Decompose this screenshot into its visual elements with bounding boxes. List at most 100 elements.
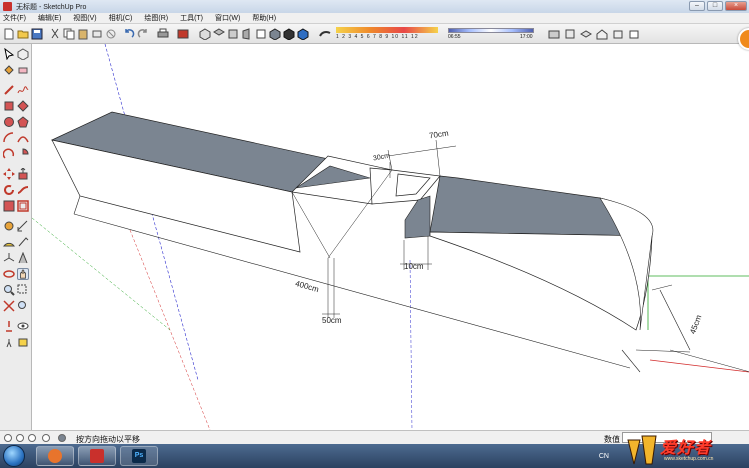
axes-icon[interactable] bbox=[3, 252, 15, 264]
offset-icon[interactable] bbox=[17, 200, 29, 212]
rotated-rectangle-icon[interactable] bbox=[17, 100, 29, 112]
freehand-icon[interactable] bbox=[17, 84, 29, 96]
save-icon[interactable] bbox=[31, 28, 43, 40]
title-bar: 无标题 - SketchUp Pro – □ × bbox=[0, 0, 749, 13]
walk-icon[interactable] bbox=[3, 336, 15, 348]
protractor-icon[interactable] bbox=[3, 236, 15, 248]
home-icon[interactable] bbox=[596, 28, 608, 40]
maximize-button[interactable]: □ bbox=[707, 1, 723, 11]
redo-icon[interactable] bbox=[137, 28, 149, 40]
shadow-month-slider[interactable] bbox=[336, 27, 438, 33]
menu-camera[interactable]: 相机(C) bbox=[109, 13, 133, 23]
top-view-icon[interactable] bbox=[213, 28, 225, 40]
wireframe-style-icon[interactable] bbox=[297, 28, 309, 41]
camera-icon[interactable] bbox=[548, 28, 560, 40]
zoom-icon[interactable] bbox=[3, 284, 15, 296]
cut-icon[interactable] bbox=[49, 28, 61, 40]
circle-icon[interactable] bbox=[3, 116, 15, 128]
geo-location-icon[interactable] bbox=[4, 434, 12, 442]
taskbar-photoshop[interactable]: Ps bbox=[120, 446, 158, 466]
toolbar-separator bbox=[333, 28, 335, 40]
push-pull-icon[interactable] bbox=[17, 167, 29, 180]
menu-file[interactable]: 文件(F) bbox=[3, 13, 26, 23]
help-icon[interactable] bbox=[42, 434, 50, 442]
eraser-icon[interactable] bbox=[17, 64, 29, 76]
open-folder-icon[interactable] bbox=[17, 28, 29, 40]
rectangle-icon[interactable] bbox=[3, 100, 15, 112]
menu-draw[interactable]: 绘图(R) bbox=[144, 13, 168, 23]
menu-tools[interactable]: 工具(T) bbox=[180, 13, 203, 23]
model-info-icon[interactable] bbox=[177, 28, 189, 40]
orbit-icon[interactable] bbox=[3, 268, 15, 280]
sketchup-icon bbox=[90, 449, 104, 463]
tape-measure-icon[interactable] bbox=[3, 220, 15, 232]
paste-icon[interactable] bbox=[77, 28, 89, 40]
credits-icon[interactable] bbox=[16, 434, 24, 442]
make-component-icon[interactable] bbox=[17, 48, 29, 61]
height-dimension-line bbox=[659, 289, 691, 351]
user-icon[interactable] bbox=[28, 434, 36, 442]
dimension-icon[interactable] bbox=[17, 220, 29, 232]
copy-icon[interactable] bbox=[63, 28, 75, 40]
menu-help[interactable]: 帮助(H) bbox=[252, 13, 276, 23]
offset-label-right: 10cm bbox=[404, 262, 424, 271]
layer-icon[interactable] bbox=[580, 28, 592, 40]
offset-label-left: 50cm bbox=[322, 316, 342, 325]
window-title: 无标题 - SketchUp Pro bbox=[16, 3, 87, 11]
minimize-button[interactable]: – bbox=[689, 1, 705, 11]
model-canvas bbox=[32, 44, 749, 430]
arc-icon[interactable] bbox=[3, 132, 15, 144]
two-point-arc-icon[interactable] bbox=[17, 132, 29, 144]
zoom-extents-icon[interactable] bbox=[3, 300, 15, 312]
pie-icon[interactable] bbox=[17, 148, 29, 160]
extension-icon[interactable] bbox=[628, 28, 640, 40]
width-dimension-line bbox=[387, 145, 457, 157]
print-icon[interactable] bbox=[157, 28, 169, 40]
close-button[interactable]: × bbox=[725, 1, 747, 11]
position-camera-icon[interactable] bbox=[3, 320, 15, 332]
shaded-style-icon[interactable] bbox=[283, 28, 295, 41]
pan-hand-icon[interactable] bbox=[17, 268, 29, 280]
menu-window[interactable]: 窗口(W) bbox=[215, 13, 240, 23]
new-file-icon[interactable] bbox=[3, 28, 15, 40]
zoom-window-icon[interactable] bbox=[17, 284, 29, 296]
back-view-icon[interactable] bbox=[255, 28, 267, 40]
modeling-viewport[interactable]: 400cm 70cm 30cm 10cm 50cm 45cm bbox=[32, 44, 749, 430]
instructor-toggle-icon[interactable] bbox=[58, 434, 66, 442]
select-arrow-icon[interactable] bbox=[3, 47, 15, 61]
start-button[interactable] bbox=[3, 445, 25, 467]
xray-style-icon[interactable] bbox=[269, 28, 281, 41]
section-plane-icon[interactable] bbox=[17, 336, 29, 348]
sketchup-app-icon bbox=[3, 2, 12, 11]
watermark-text: 爱好者 bbox=[660, 440, 712, 457]
line-tool-icon[interactable] bbox=[3, 84, 15, 96]
warehouse-icon[interactable] bbox=[564, 28, 576, 40]
iso-view-icon[interactable] bbox=[199, 28, 211, 41]
3d-text-icon[interactable] bbox=[17, 251, 29, 264]
undo-icon[interactable] bbox=[123, 28, 135, 40]
photoshop-icon: Ps bbox=[132, 449, 146, 463]
left-toolbar bbox=[0, 44, 32, 430]
ime-indicator[interactable]: CN bbox=[599, 453, 609, 460]
menu-edit[interactable]: 编辑(E) bbox=[38, 13, 61, 23]
taskbar-browser[interactable] bbox=[36, 446, 74, 466]
component-icon[interactable] bbox=[612, 28, 624, 40]
scale-icon[interactable] bbox=[3, 200, 15, 212]
three-point-arc-icon[interactable] bbox=[2, 148, 15, 160]
text-tool-icon[interactable] bbox=[17, 236, 29, 248]
shadow-toggle-icon[interactable] bbox=[319, 28, 331, 40]
rotate-icon[interactable] bbox=[3, 184, 15, 196]
look-around-icon[interactable] bbox=[17, 320, 29, 332]
erase-icon[interactable] bbox=[91, 28, 103, 40]
menu-view[interactable]: 视图(V) bbox=[73, 13, 96, 23]
previous-view-icon[interactable] bbox=[17, 300, 29, 312]
front-view-icon[interactable] bbox=[227, 28, 239, 40]
right-view-icon[interactable] bbox=[241, 28, 253, 40]
paint-bucket-icon[interactable] bbox=[3, 64, 15, 76]
polygon-icon[interactable] bbox=[17, 116, 29, 128]
shadow-time-slider[interactable] bbox=[448, 28, 534, 33]
taskbar-sketchup[interactable] bbox=[78, 446, 116, 466]
follow-me-icon[interactable] bbox=[17, 184, 29, 196]
move-icon[interactable] bbox=[3, 168, 15, 180]
delete-icon[interactable] bbox=[105, 28, 117, 40]
